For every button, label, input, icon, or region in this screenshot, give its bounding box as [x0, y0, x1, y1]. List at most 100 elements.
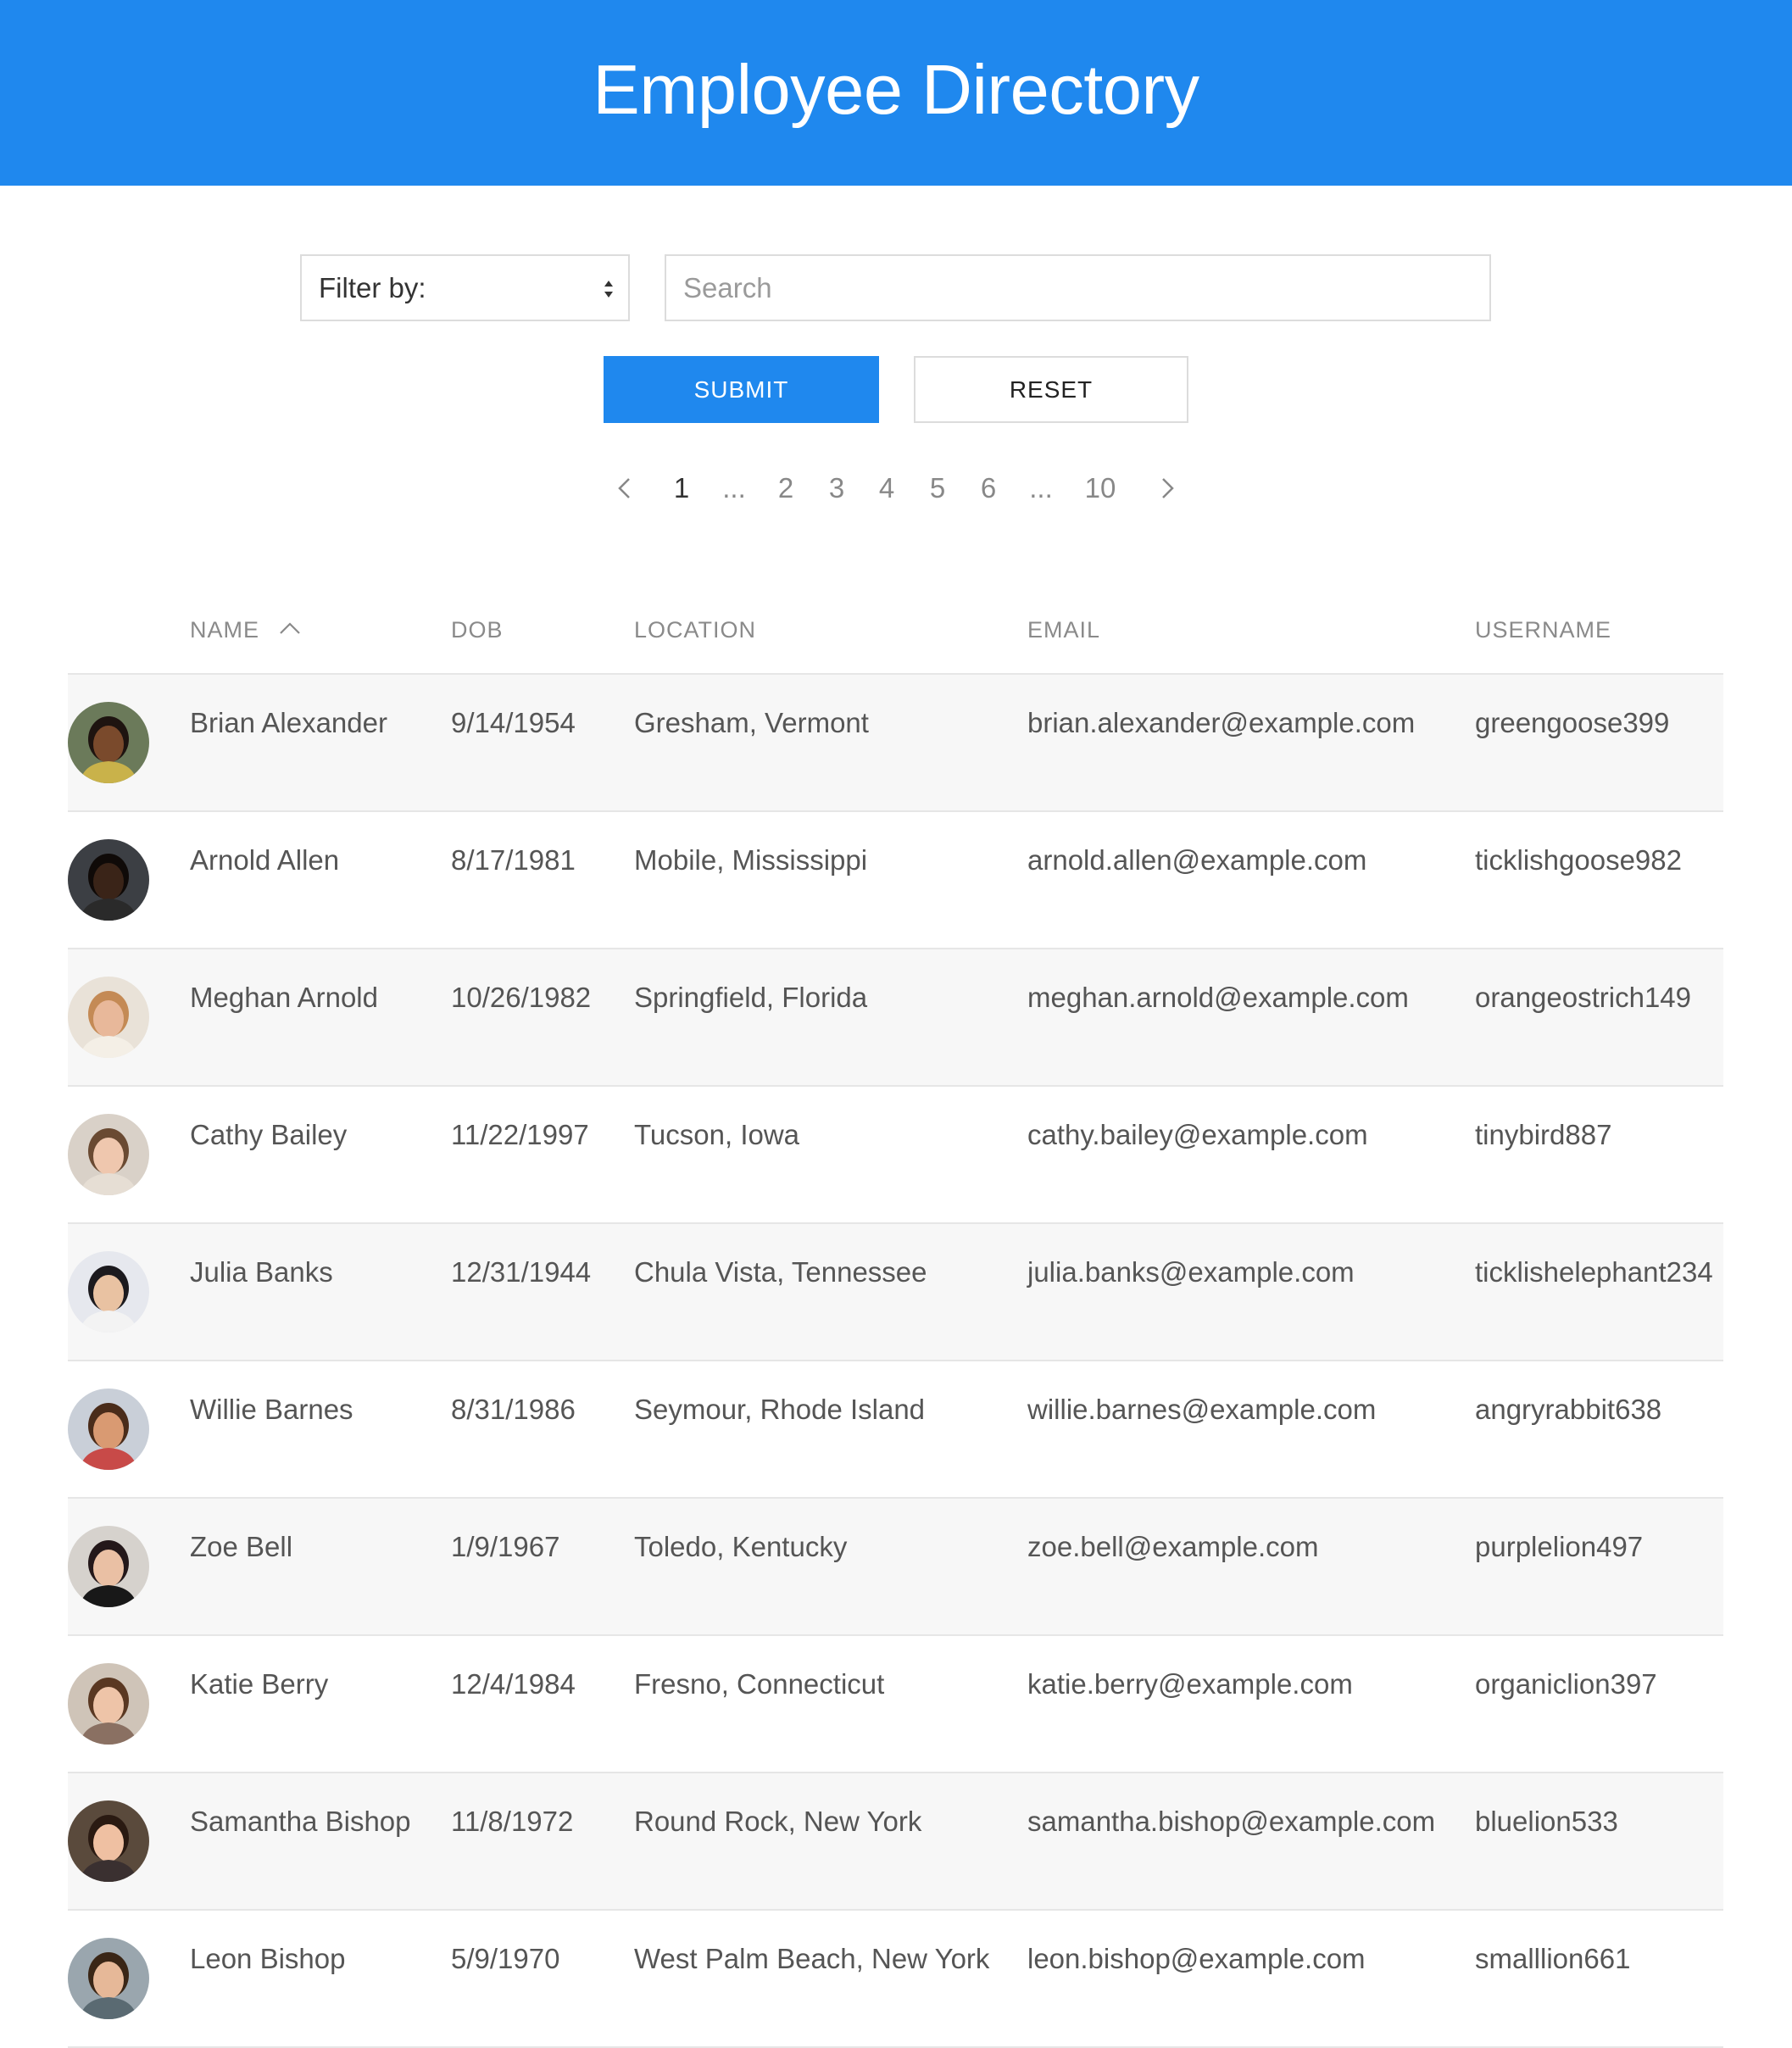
employee-name: Willie Barnes: [190, 1394, 353, 1425]
employee-email: willie.barnes@example.com: [1027, 1394, 1377, 1425]
employee-name: Julia Banks: [190, 1256, 333, 1288]
table-row[interactable]: Leon Bishop 5/9/1970 West Palm Beach, New …: [68, 1911, 1723, 2048]
avatar: [68, 702, 149, 783]
page-link[interactable]: 5: [930, 463, 945, 514]
employee-username: ticklishgoose982: [1475, 844, 1682, 876]
employee-username: organiclion397: [1475, 1668, 1657, 1700]
column-header-dob[interactable]: DOB: [451, 617, 504, 643]
select-arrows-icon: [604, 281, 613, 298]
employee-dob: 10/26/1982: [451, 982, 592, 1013]
employee-username: angryrabbit638: [1475, 1394, 1662, 1425]
employee-dob: 8/17/1981: [451, 844, 576, 876]
page-link[interactable]: 10: [1085, 463, 1116, 514]
employee-dob: 1/9/1967: [451, 1531, 560, 1562]
employee-location: Seymour, Rhode Island: [634, 1394, 926, 1425]
page-link[interactable]: 4: [879, 463, 894, 514]
table-row[interactable]: Julia Banks 12/31/1944 Chula Vista, Tennes…: [68, 1224, 1723, 1361]
page-header: Employee Directory: [0, 0, 1792, 186]
employee-location: West Palm Beach, New York: [634, 1943, 990, 1974]
column-header-username[interactable]: USERNAME: [1475, 617, 1611, 643]
employee-location: Mobile, Mississippi: [634, 844, 868, 876]
employee-location: Toledo, Kentucky: [634, 1531, 848, 1562]
employee-name: Leon Bishop: [190, 1943, 346, 1974]
pagination: 1 ... 2 3 4 5 6 ... 10: [0, 463, 1792, 514]
column-header-name-label: NAME: [190, 617, 260, 643]
employee-location: Chula Vista, Tennessee: [634, 1256, 927, 1288]
chevron-right-icon[interactable]: [1151, 473, 1182, 504]
employee-dob: 9/14/1954: [451, 707, 576, 738]
employee-username: tinybird887: [1475, 1119, 1612, 1150]
table-header: NAME DOB LOCATION EMAIL USERNAME: [68, 585, 1723, 675]
employee-email: julia.banks@example.com: [1027, 1256, 1355, 1288]
avatar: [68, 1938, 149, 2019]
page-link[interactable]: 2: [778, 463, 793, 514]
employee-name: Brian Alexander: [190, 707, 387, 738]
page-ellipsis: ...: [722, 472, 746, 504]
employee-dob: 8/31/1986: [451, 1394, 576, 1425]
filter-select[interactable]: Filter by:: [300, 254, 630, 321]
avatar: [68, 839, 149, 921]
avatar: [68, 1663, 149, 1745]
employee-email: cathy.bailey@example.com: [1027, 1119, 1368, 1150]
employee-location: Springfield, Florida: [634, 982, 868, 1013]
employee-name: Samantha Bishop: [190, 1806, 411, 1837]
avatar: [68, 1389, 149, 1470]
employee-location: Gresham, Vermont: [634, 707, 869, 738]
avatar: [68, 1526, 149, 1607]
employee-username: purplelion497: [1475, 1531, 1644, 1562]
table-row[interactable]: Zoe Bell 1/9/1967 Toledo, Kentucky zoe.bell…: [68, 1499, 1723, 1636]
employee-name: Zoe Bell: [190, 1531, 293, 1562]
employee-email: katie.berry@example.com: [1027, 1668, 1353, 1700]
avatar: [68, 977, 149, 1058]
table-row[interactable]: Katie Berry 12/4/1984 Fresno, Connecticut k…: [68, 1636, 1723, 1773]
table-row[interactable]: Cathy Bailey 11/22/1997 Tucson, Iowa cathy.…: [68, 1087, 1723, 1224]
employee-username: smalllion661: [1475, 1943, 1631, 1974]
page-title: Employee Directory: [593, 49, 1199, 129]
employee-location: Round Rock, New York: [634, 1806, 922, 1837]
employee-email: brian.alexander@example.com: [1027, 707, 1416, 738]
filter-select-label: Filter by:: [319, 271, 426, 303]
table-row[interactable]: Meghan Arnold 10/26/1982 Springfield, Flor…: [68, 949, 1723, 1087]
employee-email: samantha.bishop@example.com: [1027, 1806, 1436, 1837]
employee-username: greengoose399: [1475, 707, 1670, 738]
employee-username: bluelion533: [1475, 1806, 1618, 1837]
employee-dob: 11/22/1997: [451, 1119, 589, 1150]
employee-name: Meghan Arnold: [190, 982, 378, 1013]
table-row[interactable]: Samantha Bishop 11/8/1972 Round Rock, New …: [68, 1773, 1723, 1911]
chevron-left-icon[interactable]: [610, 473, 641, 504]
page-ellipsis: ...: [1029, 472, 1053, 504]
page-link[interactable]: 1: [674, 463, 689, 514]
employee-table: NAME DOB LOCATION EMAIL USERNAME Brian A…: [68, 585, 1723, 2048]
employee-dob: 5/9/1970: [451, 1943, 560, 1974]
employee-email: meghan.arnold@example.com: [1027, 982, 1409, 1013]
employee-dob: 11/8/1972: [451, 1806, 574, 1837]
employee-username: orangeostrich149: [1475, 982, 1692, 1013]
table-row[interactable]: Willie Barnes 8/31/1986 Seymour, Rhode Isl…: [68, 1361, 1723, 1499]
employee-name: Arnold Allen: [190, 844, 340, 876]
table-row[interactable]: Arnold Allen 8/17/1981 Mobile, Mississippi…: [68, 812, 1723, 949]
employee-dob: 12/31/1944: [451, 1256, 592, 1288]
employee-email: leon.bishop@example.com: [1027, 1943, 1366, 1974]
employee-name: Katie Berry: [190, 1668, 329, 1700]
avatar: [68, 1251, 149, 1333]
page-link[interactable]: 3: [829, 463, 844, 514]
employee-location: Fresno, Connecticut: [634, 1668, 885, 1700]
employee-dob: 12/4/1984: [451, 1668, 576, 1700]
avatar: [68, 1114, 149, 1195]
page-link[interactable]: 6: [981, 463, 996, 514]
column-header-email[interactable]: EMAIL: [1027, 617, 1100, 643]
employee-name: Cathy Bailey: [190, 1119, 348, 1150]
column-header-location[interactable]: LOCATION: [634, 617, 756, 643]
table-row[interactable]: Brian Alexander 9/14/1954 Gresham, Vermont…: [68, 675, 1723, 812]
employee-email: zoe.bell@example.com: [1027, 1531, 1319, 1562]
sort-ascending-icon: [279, 622, 300, 634]
search-input[interactable]: [665, 254, 1491, 321]
table-body: Brian Alexander 9/14/1954 Gresham, Vermont…: [68, 675, 1723, 2048]
employee-email: arnold.allen@example.com: [1027, 844, 1367, 876]
reset-button[interactable]: RESET: [914, 356, 1188, 423]
employee-location: Tucson, Iowa: [634, 1119, 800, 1150]
submit-button[interactable]: SUBMIT: [604, 356, 879, 423]
column-header-name[interactable]: NAME: [190, 617, 301, 643]
employee-username: ticklishelephant234: [1475, 1256, 1713, 1288]
avatar: [68, 1800, 149, 1882]
